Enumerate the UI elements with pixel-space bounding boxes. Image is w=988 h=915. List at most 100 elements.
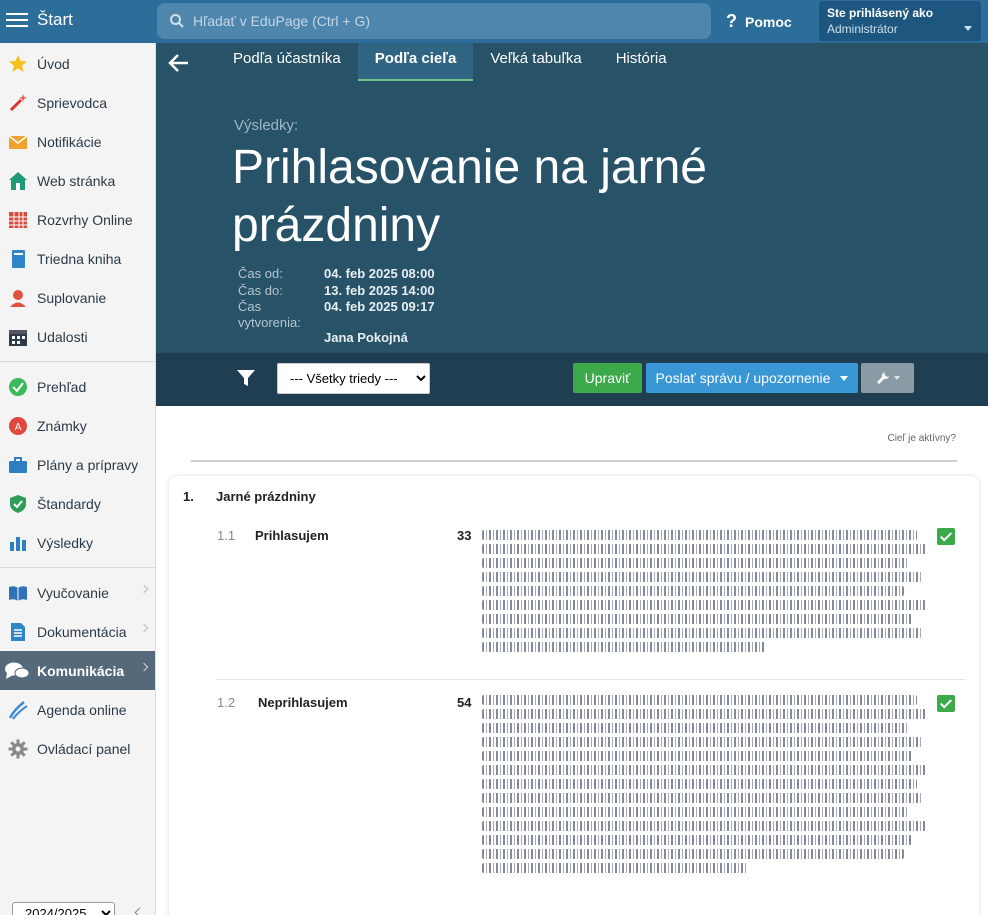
search-icon (170, 14, 184, 28)
goal-active-label: Cieľ je aktívny? (887, 433, 956, 444)
results-label: Výsledky: (234, 117, 299, 134)
svg-text:A: A (15, 422, 22, 433)
sidebar-item-znamky[interactable]: A Známky (0, 406, 155, 445)
pen-icon (8, 700, 28, 720)
sidebar-item-label: Rozvrhy Online (37, 211, 133, 228)
calendar-icon (9, 329, 27, 346)
filter-icon[interactable] (237, 369, 255, 387)
option-count: 54 (457, 695, 472, 710)
meta-value: 04. feb 2025 09:17 (324, 299, 435, 314)
tab-big-table[interactable]: Veľká tabuľka (473, 43, 598, 81)
sidebar-item-udalosti[interactable]: Udalosti (0, 317, 155, 356)
option-number: 1.2 (217, 695, 236, 710)
search-box[interactable] (157, 3, 711, 39)
star-icon (9, 54, 27, 72)
meta-value: Jana Pokojná (324, 330, 408, 345)
sidebar-item-label: Komunikácia (37, 662, 125, 679)
section-title: Jarné prázdniny (216, 489, 316, 504)
back-arrow-icon[interactable] (168, 53, 190, 73)
page-title: Prihlasovanie na jarné prázdniny (232, 141, 707, 252)
sidebar-item-standardy[interactable]: Štandardy (0, 484, 155, 523)
document-icon (11, 622, 25, 641)
sidebar-item-dokumentacia[interactable]: Dokumentácia (0, 612, 155, 651)
user-menu[interactable]: Ste prihlásený ako Administrátor (819, 1, 981, 41)
sidebar-item-label: Sprievodca (37, 94, 108, 111)
envelope-icon (8, 134, 28, 149)
chevron-right-icon (139, 584, 149, 594)
magic-wand-icon (9, 93, 27, 111)
meta-value: 04. feb 2025 08:00 (324, 266, 435, 281)
login-status-label: Ste prihlásený ako (827, 6, 934, 20)
hamburger-menu-icon[interactable] (6, 10, 28, 28)
book-icon (12, 249, 25, 268)
class-filter-select[interactable]: --- Všetky triedy --- (277, 363, 430, 394)
participant-names-blurred (482, 526, 926, 652)
goal-active-checkbox[interactable] (937, 528, 955, 545)
bar-chart-icon (10, 536, 26, 551)
sidebar-item-rozvrhy-online[interactable]: Rozvrhy Online (0, 200, 155, 239)
send-message-button[interactable]: Poslať správu / upozornenie (646, 363, 858, 393)
sidebar-item-sprievodca[interactable]: Sprievodca (0, 83, 155, 122)
participant-names-blurred (482, 691, 926, 873)
user-name: Administrátor (827, 22, 898, 36)
collapse-sidebar-icon[interactable] (134, 907, 145, 915)
start-link[interactable]: Štart (37, 10, 73, 30)
sidebar-item-triedna-kniha[interactable]: Triedna kniha (0, 239, 155, 278)
sidebar-item-suplovanie[interactable]: Suplovanie (0, 278, 155, 317)
meta-key: Čas vytvorenia: (238, 299, 301, 330)
help-icon: ? (726, 11, 737, 31)
help-link[interactable]: ? Pomoc (726, 11, 792, 32)
sidebar-item-vysledky[interactable]: Výsledky (0, 523, 155, 562)
chevron-down-icon (964, 26, 972, 31)
sidebar-item-label: Agenda online (37, 701, 127, 718)
sidebar-item-label: Triedna kniha (37, 250, 122, 267)
sidebar-item-label: Udalosti (37, 328, 88, 345)
meta-value: 13. feb 2025 14:00 (324, 283, 435, 298)
sidebar-item-label: Prehľad (37, 378, 87, 395)
sidebar-item-komunikacia[interactable]: Komunikácia (0, 651, 155, 690)
gear-icon (8, 739, 28, 758)
section-number: 1. (183, 489, 194, 504)
sidebar-item-label: Web stránka (37, 172, 116, 189)
open-book-icon (9, 585, 27, 601)
edit-button[interactable]: Upraviť (573, 363, 642, 393)
option-number: 1.1 (217, 528, 236, 543)
meta-key: Čas od: (238, 266, 283, 281)
tab-by-participant[interactable]: Podľa účastníka (216, 43, 358, 81)
chevron-down-icon (893, 376, 900, 380)
goal-active-checkbox[interactable] (937, 695, 955, 712)
sidebar-item-ovladaci-panel[interactable]: Ovládací panel (0, 729, 155, 768)
sidebar-item-label: Výsledky (37, 534, 94, 551)
option-divider (216, 679, 966, 680)
option-count: 33 (457, 528, 472, 543)
sidebar-item-notifikacie[interactable]: Notifikácie (0, 122, 155, 161)
check-circle-icon (9, 377, 27, 396)
chevron-right-icon (139, 662, 149, 672)
top-bar: Štart ? Pomoc Ste prihlásený ako Administ… (0, 0, 988, 43)
sidebar-item-web-stranka[interactable]: Web stránka (0, 161, 155, 200)
sidebar-item-label: Ovládací panel (37, 740, 131, 757)
sidebar-item-label: Plány a prípravy (37, 456, 139, 473)
sidebar-item-prehlad[interactable]: Prehľad (0, 367, 155, 406)
person-icon (10, 289, 26, 307)
sidebar-item-label: Notifikácie (37, 133, 102, 150)
divider (191, 460, 957, 462)
search-input[interactable] (193, 3, 693, 39)
chevron-down-icon (840, 375, 849, 381)
sidebar-item-label: Dokumentácia (37, 623, 127, 640)
sidebar-item-label: Štandardy (37, 495, 101, 512)
sidebar-item-plany[interactable]: Plány a prípravy (0, 445, 155, 484)
sidebar-item-uvod[interactable]: Úvod (0, 44, 155, 83)
toolbar: --- Všetky triedy --- Upraviť Poslať spr… (156, 353, 988, 406)
sidebar-item-vyucovanie[interactable]: Vyučovanie (0, 573, 155, 612)
school-year-select[interactable]: 2024/2025 (12, 902, 115, 915)
sidebar-divider (0, 361, 155, 362)
tab-history[interactable]: História (599, 43, 684, 81)
sidebar-item-agenda-online[interactable]: Agenda online (0, 690, 155, 729)
grade-icon: A (9, 416, 27, 435)
chevron-right-icon (139, 623, 149, 633)
tab-by-goal[interactable]: Podľa cieľa (357, 43, 474, 81)
tools-button[interactable] (861, 363, 914, 393)
sidebar: Úvod Sprievodca Notifikácie Web stránka … (0, 43, 156, 915)
wrench-icon (876, 372, 889, 384)
